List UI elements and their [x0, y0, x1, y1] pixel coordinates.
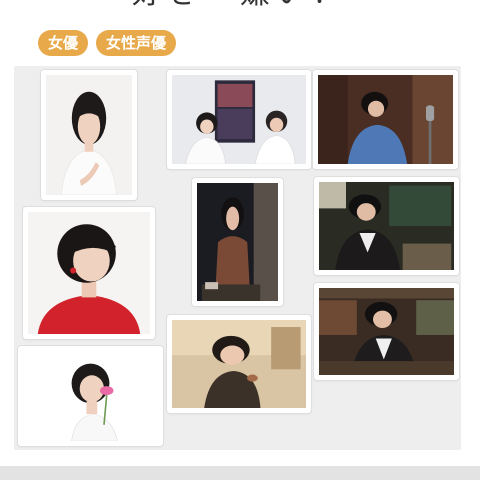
classroom-photo [319, 182, 454, 270]
vintage-room-photo [172, 320, 306, 408]
photo-card-poster-duo[interactable] [167, 70, 311, 169]
photo-card-stage[interactable] [192, 178, 283, 306]
photo-card-vintage-room[interactable] [167, 315, 311, 413]
category-tags: 女優 女性声優 [38, 30, 177, 56]
photo-card-classroom[interactable] [314, 177, 459, 275]
microphone-photo [318, 75, 453, 164]
tag-voice-actress[interactable]: 女性声優 [96, 30, 177, 56]
red-dress-photo [28, 212, 150, 334]
poster-duo-photo [172, 75, 306, 164]
page-title: 好き・嫌い！ [0, 0, 480, 10]
photo-card-red-dress[interactable] [23, 207, 155, 339]
photo-card-pink-flower[interactable] [18, 346, 163, 446]
portrait-photo [46, 75, 132, 195]
bottom-bar [0, 466, 480, 480]
photo-card-portrait-white[interactable] [41, 70, 137, 200]
pink-flower-photo [23, 351, 158, 441]
library-photo [319, 288, 454, 375]
stage-photo [197, 183, 278, 301]
photo-card-library[interactable] [314, 283, 459, 380]
photo-card-microphone[interactable] [313, 70, 458, 169]
tag-actress[interactable]: 女優 [38, 30, 89, 56]
